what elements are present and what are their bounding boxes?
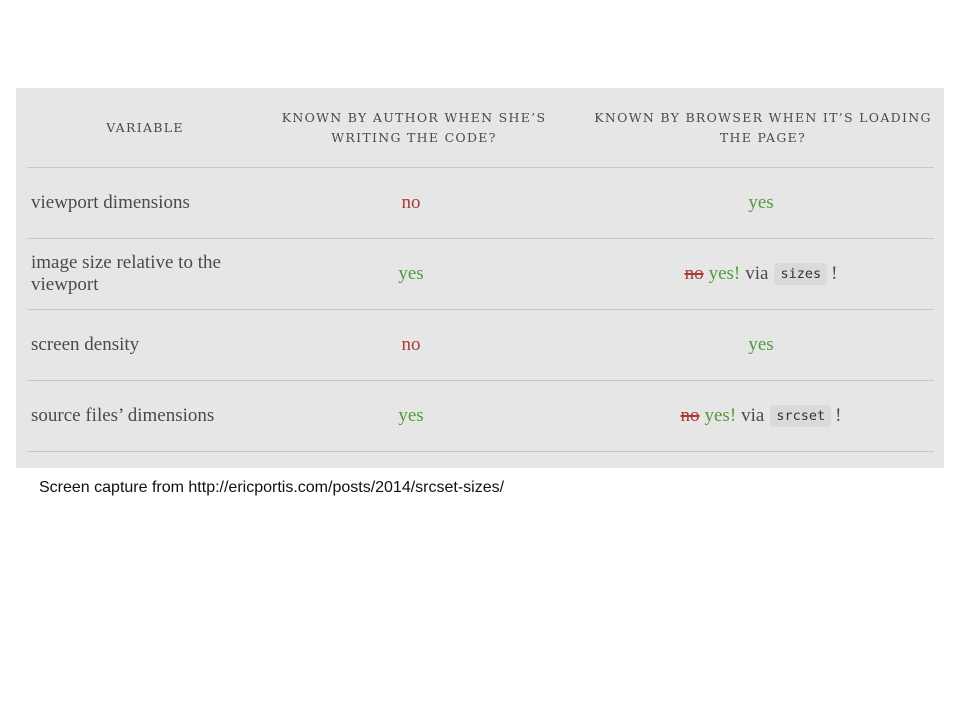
table-row: image size relative to the viewport yes … — [16, 239, 944, 309]
variable-cell: screen density — [31, 334, 140, 355]
author-cell: no — [401, 192, 421, 213]
variable-cell: source files’ dimensions — [31, 405, 215, 426]
browser-cell: no yes! via srcset ! — [594, 381, 928, 451]
via-text: via — [745, 263, 769, 284]
header-variable: VARIABLE — [106, 120, 184, 135]
struck-no-text: no — [680, 405, 700, 426]
variable-cell: image size relative to the viewport — [31, 252, 221, 295]
browser-cell: yes — [748, 334, 774, 355]
table-header-row: VARIABLE KNOWN BY AUTHOR WHEN SHE’S WRIT… — [16, 88, 944, 168]
exclamation-text: ! — [831, 263, 838, 284]
comparison-table-screenshot: VARIABLE KNOWN BY AUTHOR WHEN SHE’S WRIT… — [16, 88, 944, 468]
via-text: via — [741, 405, 765, 426]
browser-cell: yes — [748, 192, 774, 213]
variable-cell: viewport dimensions — [31, 192, 190, 213]
exclamation-text: ! — [835, 405, 842, 426]
struck-no-text: no — [684, 263, 704, 284]
row-divider — [27, 451, 934, 452]
yes-text: yes! — [704, 405, 737, 426]
author-cell: yes — [398, 263, 424, 284]
table-row: screen density no yes — [16, 310, 944, 380]
table-row: source files’ dimensions yes no yes! via… — [16, 381, 944, 451]
table-row: viewport dimensions no yes — [16, 168, 944, 238]
code-srcset: srcset — [770, 405, 832, 427]
code-sizes: sizes — [774, 263, 828, 285]
author-cell: yes — [398, 405, 424, 426]
header-known-by-browser: KNOWN BY BROWSER WHEN IT’S LOADING THE P… — [594, 110, 932, 145]
browser-cell: no yes! via sizes ! — [594, 239, 928, 309]
header-known-by-author: KNOWN BY AUTHOR WHEN SHE’S WRITING THE C… — [281, 110, 547, 145]
yes-text: yes! — [708, 263, 741, 284]
source-caption: Screen capture from http://ericportis.co… — [39, 479, 505, 496]
author-cell: no — [401, 334, 421, 355]
